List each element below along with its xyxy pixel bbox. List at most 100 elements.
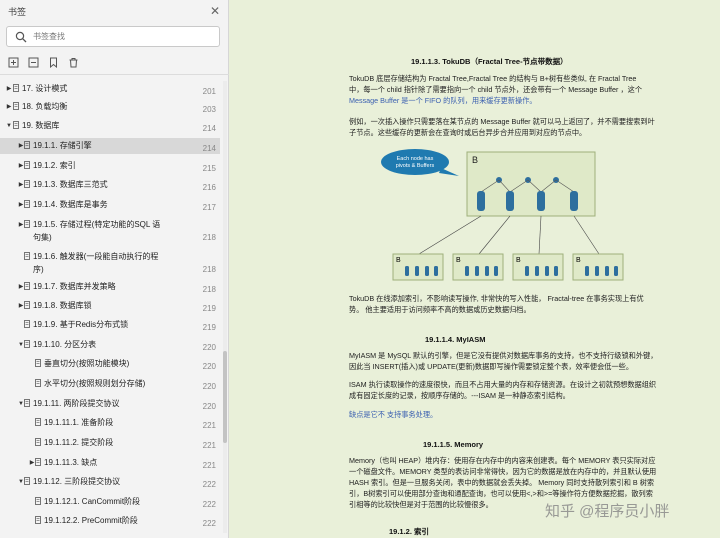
expanded-caret-icon[interactable]: ▼	[5, 120, 13, 133]
bookmark-icon	[24, 161, 30, 169]
bookmark-label: 19.1.1. 存储引擎	[33, 141, 92, 150]
bookmark-icon	[24, 301, 30, 309]
bookmark-label: 19.1.7. 数据库并发策略	[33, 282, 116, 291]
bookmark-label-continued: 序)	[33, 265, 44, 274]
bookmark-item[interactable]: 19.1.12.1. CanCommit阶段 222	[0, 494, 220, 510]
fractal-tree-diagram: B Each node has pivots & Buffers B B B B	[379, 146, 679, 284]
bookmark-page-number: 218	[202, 265, 216, 274]
bookmark-item[interactable]: ▶ 18. 负载均衡 203	[0, 99, 220, 115]
bookmark-panel: 书签 ✕ ▶ 17. 设计模式 201 ▶ 18. 负载均衡 203 ▼ 19. 数据库 214…	[0, 0, 229, 538]
bookmark-item[interactable]: 水平切分(按照规则划分存储) 220	[0, 376, 220, 392]
close-icon[interactable]: ✕	[210, 4, 220, 18]
bookmark-item[interactable]: 19.1.11.1. 准备阶段 221	[0, 415, 220, 431]
text-line: 引，B树索引可以使用部分查询和通配查询，也可以使用<,>和>=等操作符方便数据挖…	[349, 489, 653, 498]
text-line: TokuDB 底层存储结构为 Fractal Tree,Fractal Tree…	[349, 74, 637, 83]
bookmark-icon	[13, 121, 19, 129]
add-bookmark-icon[interactable]	[48, 57, 59, 68]
text-line: 势。 他主要适用于访问频率不高的数据或历史数据归档。	[349, 305, 531, 314]
buffer-cylinder	[537, 191, 545, 211]
bookmark-item[interactable]: ▶ 19.1.5. 存储过程(特定功能的SQL 语句集) 218	[0, 217, 220, 245]
bookmark-item[interactable]: ▼ 19. 数据库 214	[0, 118, 220, 134]
bookmark-label: 19.1.4. 数据库是事务	[33, 200, 108, 209]
paragraph-tokudb-1: TokuDB 底层存储结构为 Fractal Tree,Fractal Tree…	[349, 73, 683, 106]
bookmark-label: 19.1.3. 数据库三范式	[33, 180, 108, 189]
section-heading-myisam: 19.1.1.4. MyIASM	[425, 335, 486, 344]
bookmark-panel-header: 书签 ✕	[0, 0, 228, 22]
paragraph-myisam-2: ISAM 执行读取操作的速度很快，而且不占用大量的内存和存储资源。在设计之初就预…	[349, 379, 683, 401]
bookmark-item[interactable]: ▼ 19.1.11. 两阶段提交协议 220	[0, 396, 220, 412]
text-line: Memory（也叫 HEAP）堆内存：使用存在内存中的内容来创建表。每个 MEM…	[349, 456, 656, 465]
bookmark-search-input[interactable]	[33, 32, 203, 41]
bookmark-label: 19.1.8. 数据库锁	[33, 301, 92, 310]
expand-all-icon[interactable]	[8, 57, 19, 68]
callout-text-2: pivots & Buffers	[396, 163, 435, 169]
text-line: ISAM 执行读取操作的速度很快，而且不占用大量的内存和存储资源。在设计之初就预…	[349, 380, 657, 389]
bookmark-label: 19.1.11.2. 提交阶段	[44, 438, 114, 447]
svg-text:B: B	[516, 257, 521, 264]
bookmark-icon	[35, 359, 41, 367]
bookmark-page-number: 219	[202, 304, 216, 313]
bookmark-scrollbar[interactable]	[223, 81, 227, 533]
bookmark-item[interactable]: ▶ 19.1.4. 数据库是事务 217	[0, 197, 220, 213]
bookmark-icon	[24, 282, 30, 290]
bookmark-item[interactable]: ▶ 19.1.11.3. 缺点 221	[0, 455, 220, 471]
bookmark-item[interactable]: ▶ 17. 设计模式 201	[0, 81, 220, 97]
bookmark-item[interactable]: ▶ 19.1.3. 数据库三范式 216	[0, 177, 220, 193]
document-page: 19.1.1.3. TokuDB（Fractal Tree-节点带数据） Tok…	[229, 0, 720, 538]
bookmark-icon	[24, 340, 30, 348]
bookmark-item[interactable]: ▶ 19.1.7. 数据库并发策略 218	[0, 279, 220, 295]
paragraph-myisam-3: 缺点是它不 支持事务处理。	[349, 410, 438, 419]
bookmark-page-number: 215	[202, 164, 216, 173]
bookmark-page-number: 221	[202, 421, 216, 430]
collapse-all-icon[interactable]	[28, 57, 39, 68]
bookmark-item[interactable]: ▼ 19.1.10. 分区分表 220	[0, 337, 220, 353]
bookmark-label: 19.1.10. 分区分表	[33, 340, 97, 349]
delete-bookmark-icon[interactable]	[68, 57, 79, 68]
bookmark-icon	[35, 497, 41, 505]
bookmark-label: 18. 负载均衡	[22, 102, 68, 111]
collapsed-caret-icon[interactable]: ▶	[5, 83, 13, 96]
bookmark-page-number: 222	[202, 519, 216, 528]
buffer-cylinder	[477, 191, 485, 211]
bookmark-label: 17. 设计模式	[22, 84, 68, 93]
bookmark-item[interactable]: ▶ 19.1.2. 索引 215	[0, 158, 220, 174]
text-line: 子节点。这些缓存的更新会在查询时或后台异步合并应用到对应的节点中。	[349, 128, 587, 137]
bookmark-page-number: 201	[202, 87, 216, 96]
bookmark-icon	[13, 84, 19, 92]
callout-text-1: Each node has	[397, 156, 434, 162]
bookmark-page-number: 218	[202, 285, 216, 294]
bookmark-page-number: 220	[202, 362, 216, 371]
section-heading-index: 19.1.2. 索引	[389, 527, 430, 536]
bookmark-item[interactable]: 19.1.6. 触发器(一段能自动执行的程 序) 218	[0, 249, 220, 277]
bookmark-item[interactable]: 19.1.12.2. PreCommit阶段 222	[0, 513, 220, 529]
bookmark-page-number: 203	[202, 105, 216, 114]
section-heading-tokudb: 19.1.1.3. TokuDB（Fractal Tree-节点带数据）	[411, 57, 568, 66]
bookmark-item[interactable]: ▶ 19.1.8. 数据库锁 219	[0, 298, 220, 314]
scrollbar-thumb[interactable]	[223, 351, 227, 443]
bookmark-icon	[35, 438, 41, 446]
bookmark-label: 19.1.12. 三阶段提交协议	[33, 477, 121, 486]
text-line: HASH 索引。但是一旦服务关闭，表中的数据就会丢失掉。 Memory 同时支持…	[349, 478, 655, 487]
bookmark-item[interactable]: 19.1.9. 基于Redis分布式锁 219	[0, 317, 220, 333]
search-icon	[15, 31, 27, 42]
bookmark-label: 19. 数据库	[22, 121, 60, 130]
bookmark-page-number: 214	[202, 144, 216, 153]
paragraph-tokudb-2: 例如，一次插入操作只需要落在某节点的 Message Buffer 就可以马上返…	[349, 116, 683, 138]
text-line: TokuDB 在线添加索引，不影响读写操作, 非常快的写入性能， Fractal…	[349, 294, 644, 303]
bookmark-icon	[35, 379, 41, 387]
bookmark-item[interactable]: ▶ 19.1.1. 存储引擎 214	[0, 138, 220, 154]
bookmark-icon	[24, 252, 30, 260]
bookmark-page-number: 218	[202, 233, 216, 242]
bookmark-label: 19.1.11.1. 准备阶段	[44, 418, 114, 427]
callout-bubble	[381, 149, 449, 175]
bookmark-item[interactable]: 垂直切分(按照功能模块) 220	[0, 356, 220, 372]
bookmark-item[interactable]: ▼ 19.1.12. 三阶段提交协议 222	[0, 474, 220, 490]
bookmark-item[interactable]: 19.1.11.2. 提交阶段 221	[0, 435, 220, 451]
collapsed-caret-icon[interactable]: ▶	[5, 101, 13, 114]
bookmark-page-number: 214	[202, 124, 216, 133]
bookmark-search-box[interactable]	[6, 26, 220, 47]
watermark: 知乎 @程序员小胖	[545, 503, 670, 520]
root-node-label: B	[472, 155, 478, 165]
bookmark-page-number: 216	[202, 183, 216, 192]
bookmark-label: 水平切分(按照规则划分存储)	[44, 379, 146, 388]
